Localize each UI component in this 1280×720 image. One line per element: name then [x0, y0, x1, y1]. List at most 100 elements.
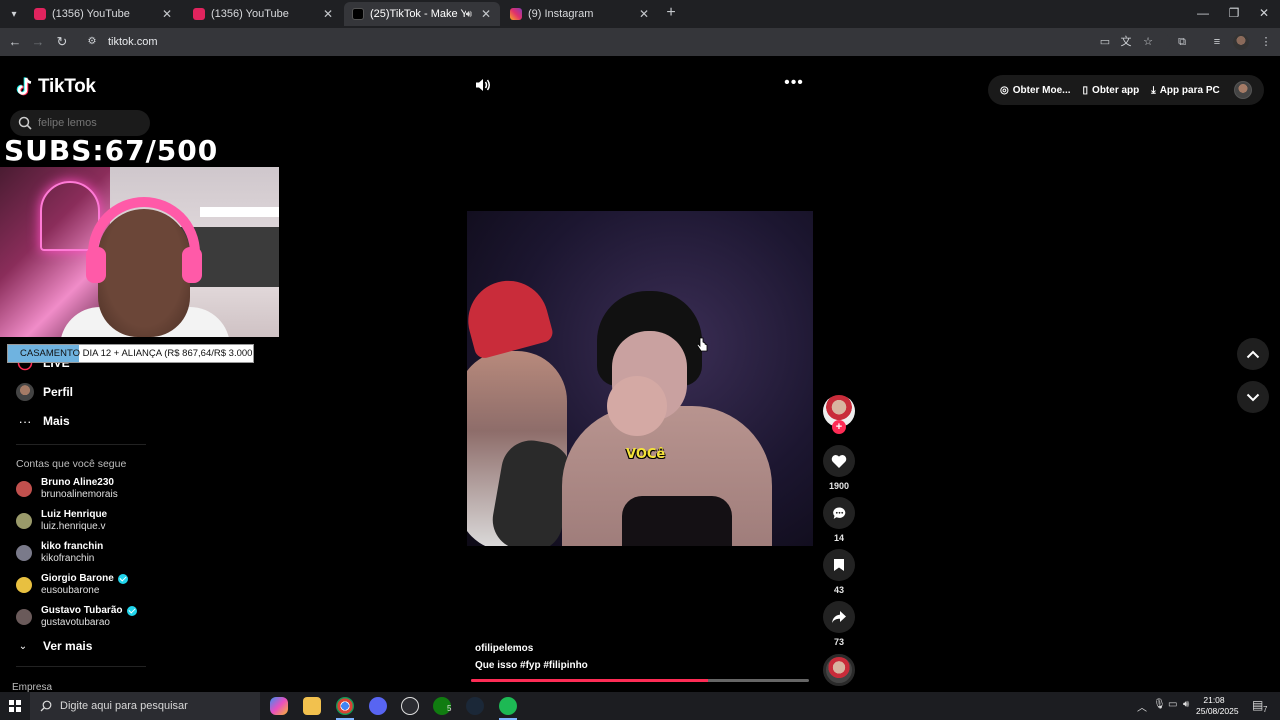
windows-start-icon[interactable]	[9, 700, 21, 712]
following-account[interactable]: kiko franchin kikofranchin	[16, 541, 103, 564]
close-window-button[interactable]: ✕	[1250, 4, 1278, 22]
restore-button[interactable]: ❐	[1220, 4, 1248, 22]
bookmark-star-icon[interactable]: ☆	[1139, 33, 1157, 51]
network-icon[interactable]: ▭	[1168, 699, 1177, 710]
avatar	[16, 576, 32, 593]
save-action[interactable]: 43	[823, 549, 855, 595]
comment-count: 14	[833, 533, 844, 543]
speaker-icon[interactable]: 🔊︎	[1183, 699, 1189, 710]
tab-search-chevron-icon[interactable]: ▾	[4, 4, 24, 24]
account-username: luiz.henrique.v	[41, 521, 106, 532]
video-player[interactable]: VOCê	[467, 211, 813, 546]
previous-video-button[interactable]	[1237, 338, 1269, 370]
extensions-icon[interactable]: ⧉	[1173, 33, 1191, 51]
minimize-button[interactable]: —	[1189, 4, 1217, 22]
comment-icon[interactable]	[823, 497, 855, 529]
speaker-icon[interactable]: 🔊︎	[466, 9, 472, 20]
follow-plus-icon[interactable]: +	[832, 420, 846, 434]
avatar	[16, 480, 32, 497]
user-avatar[interactable]	[1234, 81, 1252, 99]
following-account[interactable]: Bruno Aline230 brunoalinemorais	[16, 477, 118, 500]
chevron-down-icon	[1246, 393, 1260, 401]
back-arrow-icon[interactable]: ←	[5, 32, 25, 52]
search-icon	[40, 700, 52, 712]
video-progress-fill	[471, 679, 708, 682]
bookmark-icon[interactable]	[823, 549, 855, 581]
comment-action[interactable]: 14	[823, 497, 855, 543]
reload-icon[interactable]: ↻	[52, 32, 72, 52]
show-hidden-icons-icon[interactable]: ︿	[1137, 699, 1147, 714]
kebab-menu-icon[interactable]: ⋮	[1257, 33, 1275, 51]
chrome-icon[interactable]	[336, 697, 354, 715]
browser-toolbar: ← → ↻ ⚙ tiktok.com ▭ 文 ☆ ⧉ ≡ ⋮	[0, 28, 1280, 56]
file-explorer-icon[interactable]	[303, 697, 321, 715]
see-more-button[interactable]: ⌄ Ver mais	[16, 639, 93, 653]
following-account[interactable]: Giorgio Barone eusoubarone	[16, 573, 128, 596]
account-username: brunoalinemorais	[41, 489, 118, 500]
share-icon[interactable]	[823, 601, 855, 633]
search-box[interactable]	[10, 110, 150, 136]
subs-counter-overlay: SUBS:67/500	[4, 134, 219, 167]
tab-youtube-1[interactable]: (1356) YouTube ✕	[26, 2, 181, 26]
taskbar-search[interactable]: Digite aqui para pesquisar	[30, 692, 260, 720]
sidebar-item-label: Perfil	[43, 385, 74, 399]
pc-app-button[interactable]: ⤓ App para PC	[1151, 85, 1219, 96]
like-count: 1900	[828, 481, 850, 491]
discord-icon[interactable]	[369, 697, 387, 715]
close-icon[interactable]: ✕	[320, 7, 336, 21]
translate-icon[interactable]: 文	[1117, 33, 1135, 51]
video-progress-bar[interactable]	[471, 679, 809, 682]
next-video-button[interactable]	[1237, 381, 1269, 413]
sidebar-item-mais[interactable]: ··· Mais	[16, 412, 70, 430]
video-description: Que isso #fyp #filipinho	[475, 660, 588, 671]
heart-icon[interactable]	[823, 445, 855, 477]
pc-app-label: App para PC	[1159, 84, 1220, 96]
music-disc-avatar[interactable]	[823, 654, 855, 686]
like-action[interactable]: 1900	[823, 445, 855, 491]
search-input[interactable]	[38, 117, 143, 129]
search-icon[interactable]	[18, 116, 32, 130]
account-username: kikofranchin	[41, 553, 95, 564]
avatar	[16, 608, 32, 625]
get-app-button[interactable]: ▯ Obter app	[1083, 85, 1140, 96]
copilot-icon[interactable]	[270, 697, 288, 715]
microphone-icon[interactable]: 🎙︎	[1153, 699, 1166, 710]
profile-avatar[interactable]	[1233, 34, 1249, 50]
site-info-icon[interactable]: ⚙	[86, 36, 98, 48]
following-account[interactable]: Luiz Henrique luiz.henrique.v	[16, 509, 107, 532]
more-options-icon[interactable]: •••	[784, 75, 804, 94]
phone-icon: ▯	[1082, 84, 1089, 96]
account-name: Giorgio Barone	[41, 573, 128, 584]
following-account[interactable]: Gustavo Tubarão gustavotubarao	[16, 605, 137, 628]
spotify-icon[interactable]	[499, 697, 517, 715]
obs-icon[interactable]	[401, 697, 419, 715]
close-icon[interactable]: ✕	[478, 7, 494, 21]
url-text[interactable]: tiktok.com	[108, 36, 158, 48]
account-name-text: Gustavo Tubarão	[41, 605, 123, 616]
close-icon[interactable]: ✕	[636, 7, 652, 21]
taskbar-clock[interactable]: 21:08 25/08/2025	[1196, 695, 1239, 717]
tab-instagram[interactable]: (9) Instagram ✕	[502, 2, 658, 26]
media-control-icon[interactable]: ≡	[1208, 33, 1226, 51]
following-section-title: Contas que você segue	[16, 458, 127, 470]
new-tab-button[interactable]: +	[662, 4, 680, 22]
tab-youtube-2[interactable]: (1356) YouTube ✕	[185, 2, 342, 26]
profile-avatar	[16, 383, 34, 401]
volume-icon[interactable]	[474, 76, 492, 94]
get-coins-button[interactable]: ◎ Obter Moe...	[1000, 85, 1071, 96]
tiktok-logo[interactable]: TikTok	[16, 76, 96, 98]
divider	[16, 666, 146, 667]
steam-icon[interactable]	[466, 697, 484, 715]
chevron-up-icon	[1246, 350, 1260, 358]
close-icon[interactable]: ✕	[159, 7, 175, 21]
tab-tiktok[interactable]: (25)TikTok - Make Your Day 🔊︎ ✕	[344, 2, 500, 26]
notification-icon[interactable]: ▤	[1252, 698, 1263, 712]
install-app-icon[interactable]: ▭	[1096, 33, 1114, 51]
share-action[interactable]: 73	[823, 601, 855, 647]
save-count: 43	[833, 585, 844, 595]
taskbar-search-label: Digite aqui para pesquisar	[60, 700, 188, 712]
sidebar-item-perfil[interactable]: Perfil	[16, 383, 73, 401]
address-bar[interactable]: ⚙ tiktok.com	[80, 31, 1170, 53]
forward-arrow-icon[interactable]: →	[28, 32, 48, 52]
video-author[interactable]: ofilipelemos	[475, 643, 533, 654]
